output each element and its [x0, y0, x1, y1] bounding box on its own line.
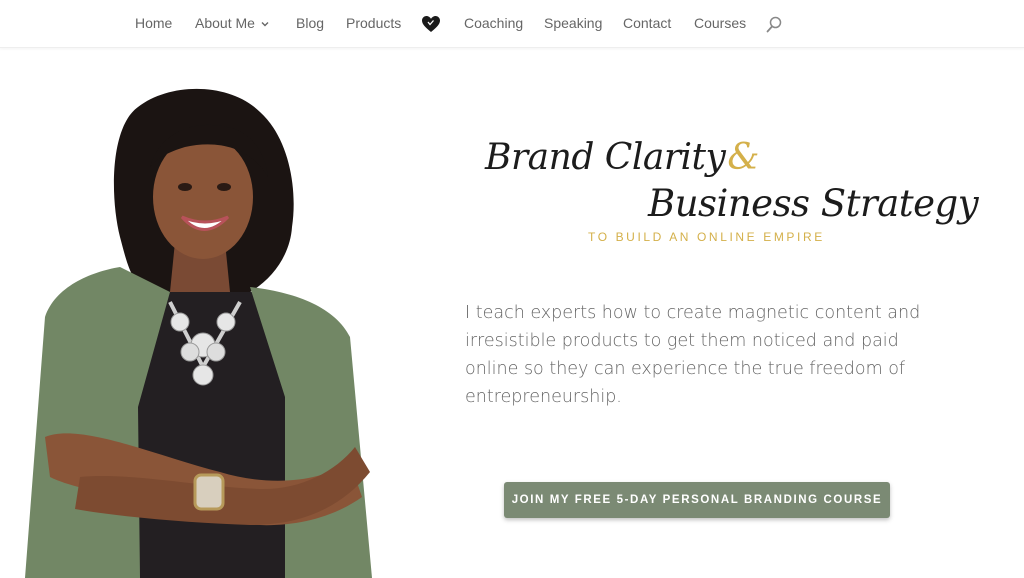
hero-section: Brand Clarity& Business Strategy TO BUIL…	[0, 49, 1024, 578]
headline-line-1-text: Brand Clarity	[485, 137, 726, 178]
nav-item-speaking[interactable]: Speaking	[544, 15, 602, 31]
headline-line-2: Business Strategy	[648, 182, 979, 225]
headline-ampersand: &	[727, 137, 759, 178]
nav-item-courses[interactable]: Courses	[694, 15, 746, 31]
heart-icon[interactable]	[421, 15, 441, 33]
headline-line-1: Brand Clarity&	[485, 137, 759, 178]
join-course-button[interactable]: JOIN MY FREE 5-DAY PERSONAL BRANDING COU…	[504, 482, 890, 518]
portrait-image	[25, 88, 372, 578]
hero-description: I teach experts how to create magnetic c…	[465, 303, 921, 407]
nav-item-blog[interactable]: Blog	[296, 15, 324, 31]
nav-item-contact[interactable]: Contact	[623, 15, 671, 31]
hero-tagline: TO BUILD AN ONLINE EMPIRE	[588, 230, 825, 244]
nav-item-coaching[interactable]: Coaching	[464, 15, 523, 31]
nav-item-about-me[interactable]: About Me	[195, 15, 270, 31]
nav-item-about-me-label: About Me	[195, 15, 255, 31]
nav-item-products[interactable]: Products	[346, 15, 401, 31]
chevron-down-icon	[261, 22, 269, 27]
top-navigation: Home About Me Blog Products Coaching Spe…	[0, 0, 1024, 48]
nav-item-home[interactable]: Home	[135, 15, 172, 31]
search-icon[interactable]	[766, 16, 782, 33]
